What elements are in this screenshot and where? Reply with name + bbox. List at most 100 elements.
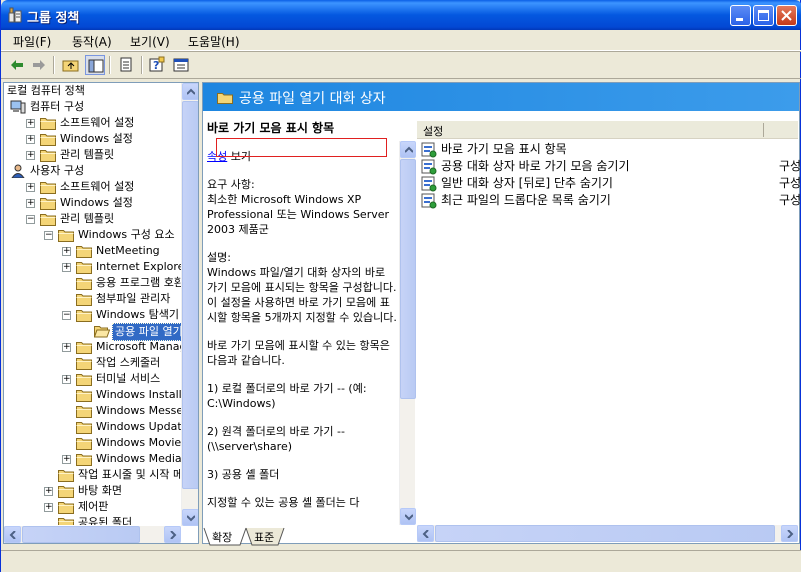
toolbar-separator [141,56,143,74]
tree-items: 로컬 컴퓨터 정책 컴퓨터 구성 + 소프트웨어 설정 + Windows 설정 + 관리 템… [4,83,182,525]
properties-button[interactable] [171,55,191,75]
scroll-down-button[interactable] [400,508,416,525]
show-hide-tree-button[interactable] [85,55,105,75]
folder-icon [76,420,92,434]
policy-setting-icon [421,193,437,214]
setting-row[interactable]: 바로 가기 모음 표시 항목 [421,141,798,158]
setting-state: 구성 [779,193,801,207]
close-button[interactable] [776,5,797,26]
maximize-button[interactable] [753,5,774,26]
scroll-right-button[interactable] [781,525,798,542]
collapse-icon[interactable]: − [62,311,71,320]
tree-item-label: 관리 템플릿 [60,148,115,161]
menu-file[interactable]: 파일(F) [13,33,51,50]
scroll-thumb[interactable] [22,526,140,543]
details-header-title: 공용 파일 열기 대화 상자 [239,91,386,107]
minimize-button[interactable] [730,5,751,26]
show-tree-icon [88,59,104,73]
scroll-down-button[interactable] [182,509,198,526]
folder-icon [76,452,92,466]
expand-icon[interactable]: + [62,455,71,464]
user-icon [10,164,26,179]
setting-name: 공용 대화 상자 바로 가기 모음 숨기기 [441,159,630,173]
folder-icon [76,244,92,258]
up-folder-icon [62,60,79,72]
expand-icon[interactable]: + [44,503,53,512]
expand-icon[interactable]: + [26,119,35,128]
arrow-down-icon [187,515,195,522]
folder-icon [76,260,92,274]
description-paragraph: 지정할 수 있는 공용 셸 폴더는 다 [207,496,360,509]
description-vertical-scrollbar[interactable] [399,141,416,525]
setting-row[interactable]: 일반 대화 상자 [뒤로] 단추 숨기기 구성 [421,175,801,192]
back-button[interactable] [7,55,27,75]
window-title: 그룹 정책 [27,11,80,26]
scroll-up-button[interactable] [400,141,416,158]
menu-action[interactable]: 동작(A) [72,33,112,50]
expand-icon[interactable]: + [62,343,71,352]
menu-view[interactable]: 보기(V) [130,33,170,50]
tree-item-label: Windows 구성 요소 [78,228,175,241]
computer-icon [10,100,26,114]
details-header: 공용 파일 열기 대화 상자 [203,83,799,111]
tab-standard[interactable]: 표준 [254,529,274,545]
status-bar [1,550,801,572]
folder-icon [58,228,74,242]
tree-horizontal-scrollbar[interactable] [4,526,181,543]
expand-icon[interactable]: + [26,199,35,208]
tree-item-label: Windows 설정 [60,196,133,209]
folder-icon [40,212,56,226]
forward-button[interactable] [29,55,49,75]
folder-icon [76,388,92,402]
expand-icon[interactable]: + [26,135,35,144]
setting-row[interactable]: 최근 파일의 드롭다운 목록 숨기기 구성 [421,192,801,209]
help-button[interactable]: ? [147,55,167,75]
expand-icon[interactable]: + [26,183,35,192]
tree-item-label: 작업 스케줄러 [96,356,161,369]
tree-item-label: Windows 설정 [60,132,133,145]
folder-icon [40,196,56,210]
scroll-up-button[interactable] [182,83,198,100]
expand-icon[interactable]: + [62,375,71,384]
expand-icon[interactable]: + [62,247,71,256]
column-divider[interactable] [763,123,764,137]
list-column-header: 설정 [417,121,798,139]
scroll-thumb[interactable] [182,101,198,489]
close-icon [781,10,792,21]
collapse-icon[interactable]: − [44,231,53,240]
folder-icon [76,308,92,322]
console-tree[interactable]: 로컬 컴퓨터 정책 컴퓨터 구성 + 소프트웨어 설정 + Windows 설정 + 관리 템… [3,82,199,544]
folder-icon [58,484,74,498]
settings-list[interactable]: 설정 바로 가기 모음 표시 항목 공용 대화 상자 바로 가기 모음 숨기기 구성… [417,121,801,543]
expand-icon[interactable]: + [26,151,35,160]
tree-item-label: Windows Installer [96,388,182,401]
collapse-icon[interactable]: − [26,215,35,224]
tree-item-label: Microsoft Manageme [96,340,182,353]
toolbar: ? [1,52,801,79]
tree-item-label: 바탕 화면 [78,484,122,497]
scroll-right-button[interactable] [164,526,181,543]
tree-item-label: 사용자 구성 [30,164,85,177]
export-list-button[interactable] [117,55,137,75]
menu-bar: 파일(F) 동작(A) 보기(V) 도움말(H) [1,30,801,51]
arrow-up-icon [187,88,195,95]
title-bar[interactable]: 그룹 정책 [1,0,801,30]
setting-row[interactable]: 공용 대화 상자 바로 가기 모음 숨기기 구성 [421,158,801,175]
tree-item-label: 공유된 폴더 [78,516,133,525]
requirements-label: 요구 사항: [207,178,255,191]
view-tabs: 확장 표준 [202,527,502,547]
tree-vertical-scrollbar[interactable] [181,83,198,526]
column-header-setting[interactable]: 설정 [423,123,443,139]
tree-item-label: NetMeeting [96,244,160,257]
up-one-level-button[interactable] [61,55,81,75]
scroll-thumb[interactable] [400,159,416,399]
menu-help[interactable]: 도움말(H) [188,33,240,50]
properties-icon [173,58,189,72]
scroll-left-button[interactable] [4,526,21,543]
tree-item-label: Windows Media Play [96,452,182,465]
expand-icon[interactable]: + [62,263,71,272]
folder-icon [58,516,74,525]
expand-icon[interactable]: + [44,487,53,496]
toolbar-separator [53,56,55,74]
tab-extended[interactable]: 확장 [212,529,232,545]
